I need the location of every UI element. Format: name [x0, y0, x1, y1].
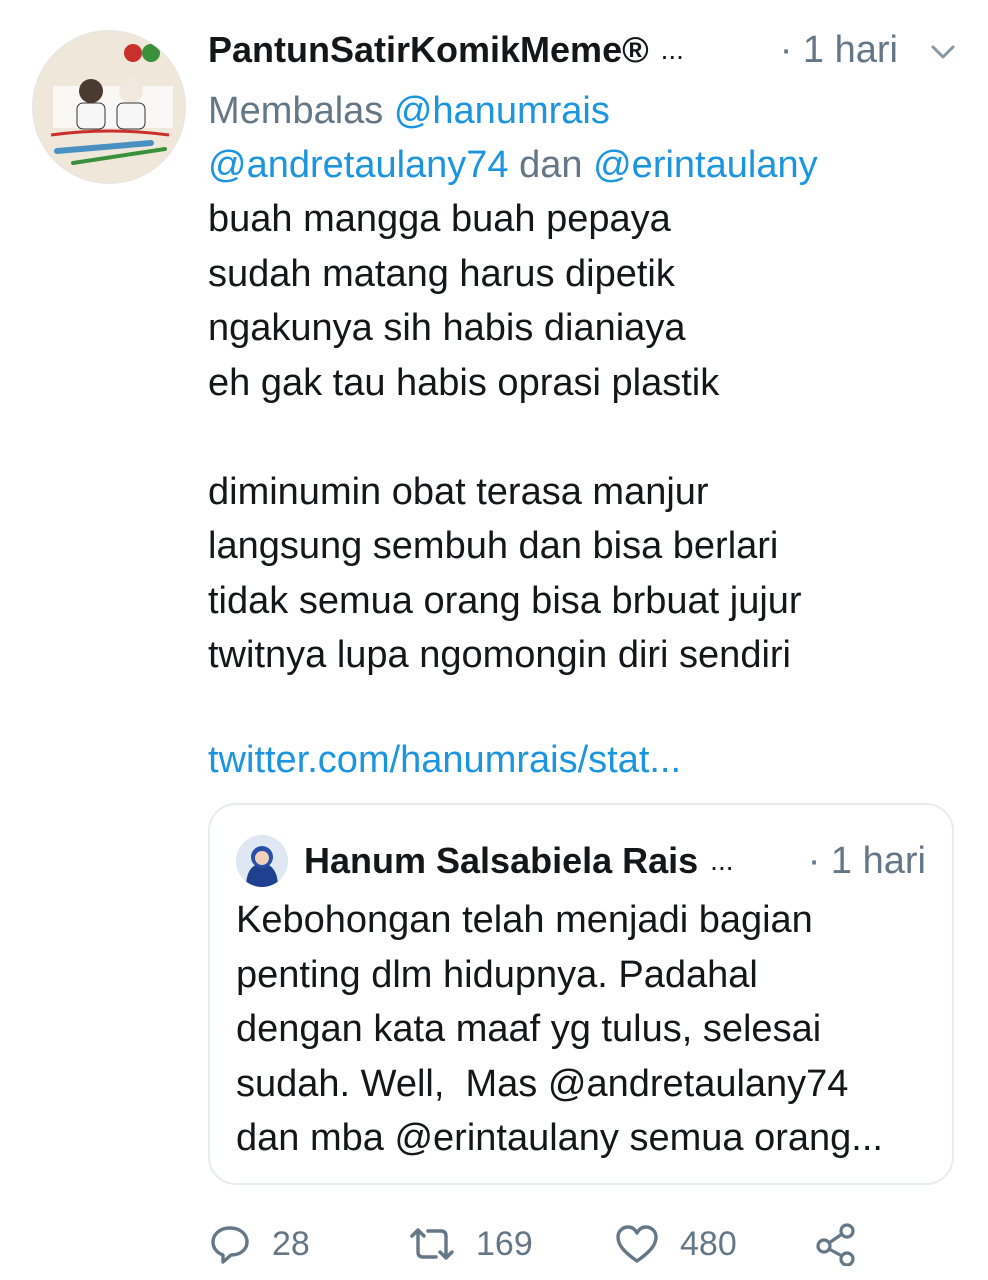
- quoted-text-segment: sudah. Well, Mas: [236, 1062, 548, 1105]
- quoted-text-line: Kebohongan telah menjadi bagian: [236, 899, 813, 941]
- reply-button[interactable]: 28: [208, 1222, 408, 1266]
- mention-link[interactable]: @erintaulany: [593, 144, 817, 186]
- quoted-text-line: dan mba @erintaulany semua orang...: [236, 1111, 936, 1166]
- quoted-tweet-time: · 1 hari: [807, 839, 926, 882]
- reply-join: dan: [508, 144, 594, 186]
- chevron-down-icon[interactable]: [928, 37, 958, 67]
- tweet-text-line: sudah matang harus dipetik: [208, 252, 675, 295]
- retweet-button[interactable]: 169: [408, 1224, 614, 1264]
- reply-context: Membalas @hanumrais @andretaulany74 dan …: [208, 84, 948, 192]
- avatar-image: [33, 31, 185, 183]
- share-button[interactable]: [814, 1222, 858, 1266]
- retweet-icon: [410, 1228, 454, 1260]
- quoted-text-segment: semua orang...: [618, 1117, 883, 1159]
- tweet-text-line: tidak semua orang bisa brbuat jujur: [208, 579, 802, 622]
- name-overflow: ...: [660, 34, 684, 65]
- tweet-header: PantunSatirKomikMeme® ... · 1 hari: [208, 22, 958, 78]
- like-button[interactable]: 480: [614, 1223, 814, 1265]
- quoted-text-line: penting dlm hidupnya. Padahal: [236, 953, 758, 996]
- quoted-text-line: dengan kata maaf yg tulus, selesai: [236, 1008, 822, 1050]
- quoted-tweet-card[interactable]: Hanum Salsabiela Rais ... · 1 hari Keboh…: [208, 803, 954, 1185]
- quoted-mention: @erintaulany: [394, 1117, 619, 1159]
- like-count: 480: [680, 1224, 737, 1263]
- tweet-text-line: eh gak tau habis oprasi plastik: [208, 361, 720, 404]
- tweet-time[interactable]: · 1 hari: [780, 29, 898, 72]
- mention-link[interactable]: @hanumrais: [394, 90, 610, 132]
- quoted-text-line: sudah. Well, Mas @andretaulany74: [236, 1057, 936, 1112]
- quoted-author-name: Hanum Salsabiela Rais: [304, 840, 699, 881]
- reply-prefix: Membalas: [208, 90, 394, 132]
- quoted-author-avatar: [236, 835, 288, 887]
- share-icon: [816, 1223, 855, 1266]
- author-avatar[interactable]: [32, 30, 186, 184]
- tweet-text: buah mangga buah pepaya sudah matang har…: [208, 192, 948, 683]
- quoted-name-overflow: ...: [710, 845, 734, 876]
- mention-link[interactable]: @andretaulany74: [208, 144, 509, 186]
- quoted-avatar-image: [236, 835, 288, 887]
- quoted-text-segment: dan mba: [236, 1117, 395, 1159]
- tweet-actions: 28 169 480: [208, 1212, 948, 1276]
- tweet-text-line: twitnya lupa ngomongin diri sendiri: [208, 634, 791, 676]
- tweet-url-link[interactable]: twitter.com/hanumrais/stat...: [208, 733, 681, 787]
- retweet-count: 169: [476, 1224, 533, 1263]
- tweet-text-line: ngakunya sih habis dianiaya: [208, 307, 686, 349]
- tweet-text-line: langsung sembuh dan bisa berlari: [208, 525, 779, 567]
- quoted-mention: @andretaulany74: [547, 1062, 849, 1105]
- quoted-tweet-header: Hanum Salsabiela Rais ... · 1 hari: [304, 833, 926, 889]
- like-icon: [616, 1225, 658, 1263]
- quoted-tweet-text: Kebohongan telah menjadi bagian penting …: [236, 893, 936, 1166]
- author-name[interactable]: PantunSatirKomikMeme®: [208, 29, 649, 71]
- tweet-text-line: diminumin obat terasa manjur: [208, 470, 709, 513]
- tweet-text-line: buah mangga buah pepaya: [208, 198, 671, 240]
- reply-count: 28: [272, 1224, 310, 1263]
- reply-icon: [211, 1226, 249, 1264]
